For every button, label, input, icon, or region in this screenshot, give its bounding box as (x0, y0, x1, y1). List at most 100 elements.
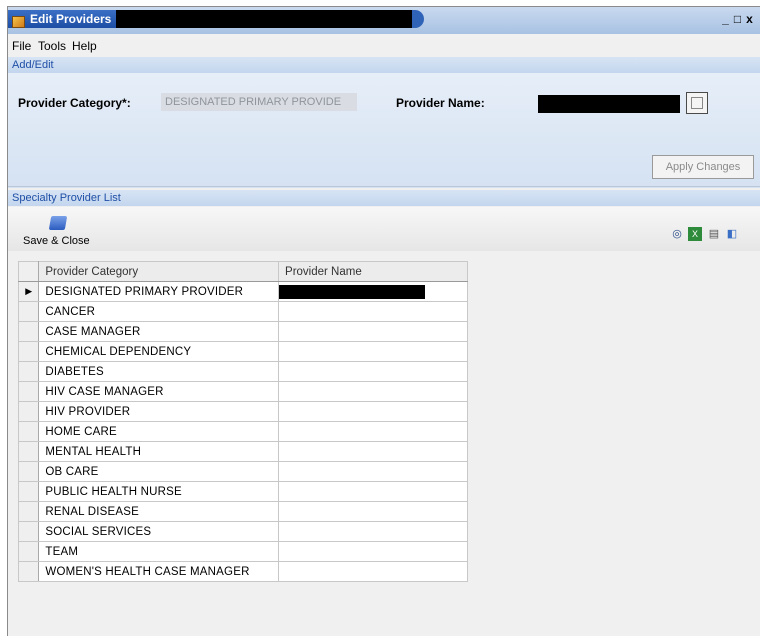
row-selector[interactable] (17, 441, 40, 462)
row-selector[interactable] (17, 401, 40, 422)
provider-name-cell (278, 561, 468, 582)
binoculars-icon[interactable]: ◎ (670, 227, 684, 241)
save-close-button[interactable]: Save & Close (23, 235, 90, 247)
provider-name-label: Provider Name: (396, 96, 485, 110)
provider-category-text: RENAL DISEASE (45, 505, 139, 518)
provider-name-cell (278, 521, 468, 542)
excel-icon[interactable]: X (688, 227, 702, 241)
column-header-provider-name[interactable]: Provider Name (278, 261, 468, 282)
table-row[interactable]: RENAL DISEASE (17, 501, 468, 522)
row-selector[interactable] (17, 381, 40, 402)
provider-category-text: CHEMICAL DEPENDENCY (45, 345, 192, 358)
provider-category-cell: MENTAL HEALTH (38, 441, 280, 462)
browse-icon (691, 97, 703, 109)
menu-tools[interactable]: Tools (38, 39, 66, 53)
table-row[interactable]: MENTAL HEALTH (17, 441, 468, 462)
row-selector-current[interactable]: ▶ (17, 281, 40, 302)
row-selector[interactable] (17, 541, 40, 562)
provider-category-text: SOCIAL SERVICES (45, 525, 152, 538)
provider-category-cell: HIV CASE MANAGER (38, 381, 280, 402)
provider-category-field[interactable]: DESIGNATED PRIMARY PROVIDE (161, 93, 357, 111)
provider-category-text: CANCER (45, 305, 96, 318)
table-row[interactable]: HIV CASE MANAGER (17, 381, 468, 402)
list-toolbar (8, 207, 760, 251)
provider-category-cell: HOME CARE (38, 421, 280, 442)
table-row[interactable]: OB CARE (17, 461, 468, 482)
specialty-provider-list-header: Specialty Provider List (8, 190, 760, 206)
print-icon[interactable]: ▤ (707, 227, 721, 241)
edit-providers-window: Edit Providers - _□x File Tools Help Add… (7, 6, 760, 636)
row-selector[interactable] (17, 501, 40, 522)
provider-name-cell (278, 481, 468, 502)
provider-name-cell (278, 441, 468, 462)
add-edit-section-header: Add/Edit (8, 57, 760, 73)
provider-name-cell (278, 281, 468, 302)
row-selector[interactable] (17, 301, 40, 322)
close-button[interactable]: x (744, 13, 756, 27)
provider-category-label: Provider Category*: (18, 96, 131, 110)
add-edit-panel (8, 73, 760, 188)
table-row[interactable]: TEAM (17, 541, 468, 562)
table-row[interactable]: PUBLIC HEALTH NURSE (17, 481, 468, 502)
provider-name-cell (278, 321, 468, 342)
row-selector[interactable] (17, 521, 40, 542)
provider-name-cell (278, 461, 468, 482)
provider-category-cell: DESIGNATED PRIMARY PROVIDER (38, 281, 280, 302)
provider-name-field[interactable] (538, 95, 680, 113)
provider-name-cell (278, 501, 468, 522)
provider-category-text: MENTAL HEALTH (45, 445, 142, 458)
maximize-button[interactable]: □ (732, 13, 744, 27)
table-row[interactable]: CANCER (17, 301, 468, 322)
window-controls: _ □ x (720, 12, 756, 28)
row-selector[interactable] (17, 421, 40, 442)
provider-name-cell (278, 401, 468, 422)
title-bar-end (412, 10, 424, 28)
table-row[interactable]: CASE MANAGER (17, 321, 468, 342)
minimize-button[interactable]: _ (720, 13, 732, 27)
provider-name-cell (278, 301, 468, 322)
row-selector[interactable] (17, 481, 40, 502)
app-icon (12, 16, 25, 28)
specialty-provider-grid: Provider Category Provider Name ▶ DESIGN… (17, 261, 468, 582)
title-bar: Edit Providers - _□x (8, 7, 760, 44)
provider-name-cell (278, 341, 468, 362)
table-row[interactable]: CHEMICAL DEPENDENCY (17, 341, 468, 362)
table-row[interactable]: ▶ DESIGNATED PRIMARY PROVIDER (17, 281, 468, 302)
row-selector[interactable] (17, 321, 40, 342)
provider-category-cell: CANCER (38, 301, 280, 322)
provider-category-text: HIV CASE MANAGER (45, 385, 164, 398)
row-selector[interactable] (17, 341, 40, 362)
table-row[interactable]: WOMEN'S HEALTH CASE MANAGER (17, 561, 468, 582)
table-row[interactable]: HOME CARE (17, 421, 468, 442)
provider-category-text: HOME CARE (45, 425, 117, 438)
menu-help[interactable]: Help (72, 39, 97, 53)
panel-divider (8, 186, 760, 187)
table-row[interactable]: DIABETES (17, 361, 468, 382)
save-close-icon[interactable] (48, 216, 68, 230)
column-header-provider-category[interactable]: Provider Category (38, 261, 280, 282)
browse-provider-button[interactable] (686, 92, 708, 114)
provider-category-text: TEAM (45, 545, 79, 558)
grid-header-row: Provider Category Provider Name (17, 261, 468, 282)
provider-category-cell: DIABETES (38, 361, 280, 382)
table-row[interactable]: HIV PROVIDER (17, 401, 468, 422)
provider-name-cell (278, 421, 468, 442)
provider-category-text: OB CARE (45, 465, 99, 478)
provider-category-text: HIV PROVIDER (45, 405, 131, 418)
provider-category-cell: SOCIAL SERVICES (38, 521, 280, 542)
window-title-tab: Edit Providers - (8, 10, 116, 44)
provider-category-cell: HIV PROVIDER (38, 401, 280, 422)
preview-icon[interactable]: ◧ (725, 227, 739, 241)
provider-category-text: CASE MANAGER (45, 325, 141, 338)
provider-category-text: WOMEN'S HEALTH CASE MANAGER (45, 565, 250, 578)
row-selector[interactable] (17, 361, 40, 382)
provider-category-cell: PUBLIC HEALTH NURSE (38, 481, 280, 502)
apply-changes-button[interactable]: Apply Changes (652, 155, 754, 179)
table-row[interactable]: SOCIAL SERVICES (17, 521, 468, 542)
provider-category-cell: TEAM (38, 541, 280, 562)
menu-file[interactable]: File (12, 39, 31, 53)
row-selector[interactable] (17, 461, 40, 482)
menu-bar: File Tools Help (8, 37, 760, 55)
provider-category-cell: RENAL DISEASE (38, 501, 280, 522)
row-selector[interactable] (17, 561, 40, 582)
